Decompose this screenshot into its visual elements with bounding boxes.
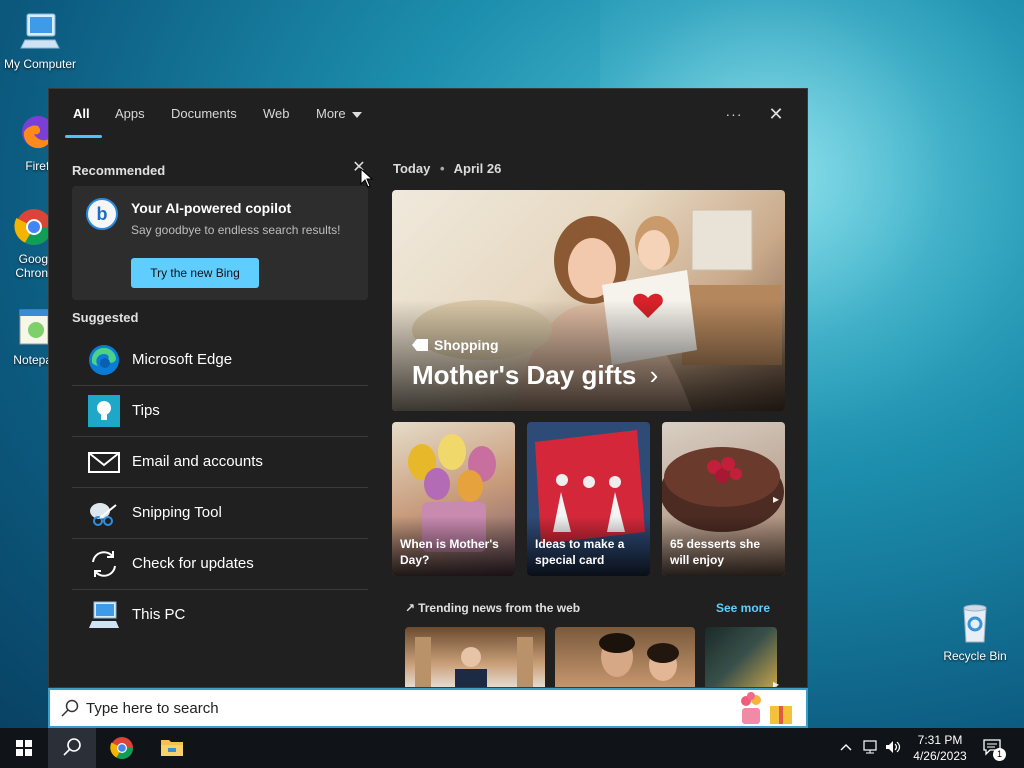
suggested-item-check-for-updates[interactable]: Check for updates	[72, 539, 368, 590]
suggested-item-microsoft-edge[interactable]: Microsoft Edge	[72, 335, 368, 386]
search-input[interactable]	[86, 696, 686, 720]
windows-logo-icon	[16, 740, 32, 756]
edge-icon	[89, 345, 119, 375]
tile-caption: 65 desserts she will enjoy	[670, 537, 761, 567]
sync-icon	[92, 551, 116, 577]
chrome-icon	[110, 737, 133, 759]
tile-desserts[interactable]: 65 desserts she will enjoy	[662, 422, 785, 576]
active-tab-indicator	[65, 135, 102, 138]
today-date: April 26	[453, 161, 502, 176]
search-icon	[61, 699, 79, 717]
taskbar-chrome-button[interactable]	[98, 728, 146, 768]
tiles-next-arrow-icon[interactable]: ▸	[773, 492, 785, 506]
news-image-1	[415, 637, 533, 687]
tab-all[interactable]: All	[73, 106, 90, 121]
tab-apps[interactable]: Apps	[115, 106, 145, 121]
hero-category: Shopping	[412, 337, 499, 353]
tile-when-is-mothers-day[interactable]: When is Mother's Day?	[392, 422, 515, 576]
trending-header: ↗ Trending news from the web	[405, 601, 580, 615]
chevron-right-icon: ›	[649, 360, 659, 390]
trending-icon: ↗	[405, 601, 416, 615]
hero-category-label: Shopping	[434, 337, 499, 353]
network-button[interactable]	[862, 739, 880, 768]
desktop-icon-recycle-bin[interactable]: Recycle Bin	[935, 602, 1015, 663]
notification-count-badge: 1	[993, 748, 1006, 761]
try-new-bing-button[interactable]: Try the new Bing	[131, 258, 259, 288]
this-pc-icon	[89, 601, 119, 628]
bing-logo-icon: b	[86, 198, 118, 230]
tile-caption: Ideas to make a special card	[535, 537, 625, 567]
hero-title: Mother's Day gifts ›	[412, 360, 658, 391]
suggested-item-this-pc[interactable]: This PC	[72, 590, 368, 641]
close-button[interactable]: ✕	[764, 103, 788, 127]
show-hidden-icons-button[interactable]	[838, 739, 854, 768]
notification-center-button[interactable]: 1	[982, 738, 1008, 768]
tab-more[interactable]: More	[316, 106, 362, 121]
suggested-list: Microsoft Edge Tips Email and accounts S…	[72, 335, 368, 641]
suggested-item-email-and-accounts[interactable]: Email and accounts	[72, 437, 368, 488]
hero-shade	[392, 300, 785, 411]
news-next-arrow-icon[interactable]: ▸	[773, 677, 785, 687]
desktop-icon-my-computer[interactable]: My Computer	[0, 10, 80, 71]
clock-date: 4/26/2023	[913, 749, 967, 763]
clock-time: 7:31 PM	[917, 733, 963, 747]
taskbar: 7:31 PM 4/26/2023 1	[0, 728, 1024, 768]
tab-web[interactable]: Web	[263, 106, 290, 121]
tile-caption: When is Mother's Day?	[400, 537, 499, 567]
search-panel: All Apps Documents Web More ··· ✕ Recomm…	[48, 88, 808, 688]
start-button[interactable]	[0, 728, 48, 768]
tile-ideas-to-make-a-card[interactable]: Ideas to make a special card	[527, 422, 650, 576]
snipping-tool-icon	[90, 503, 117, 526]
copilot-card: b Your AI-powered copilot Say goodbye to…	[72, 186, 368, 300]
search-tabs: All Apps Documents Web More ··· ✕	[49, 89, 807, 139]
tab-more-label: More	[316, 106, 346, 121]
search-highlight-icon	[741, 692, 792, 724]
mouse-cursor-icon	[360, 168, 374, 188]
see-more-link[interactable]: See more	[716, 601, 770, 615]
suggested-item-label: Email and accounts	[132, 453, 263, 470]
network-icon	[863, 740, 877, 754]
mothers-day-hero-card[interactable]: Shopping Mother's Day gifts ›	[392, 190, 785, 411]
tips-icon	[88, 395, 120, 427]
search-icon	[63, 738, 81, 756]
tab-documents[interactable]: Documents	[171, 106, 237, 121]
taskbar-file-explorer-button[interactable]	[148, 728, 196, 768]
suggested-item-tips[interactable]: Tips	[72, 386, 368, 437]
more-options-button[interactable]: ···	[722, 103, 746, 127]
today-label: Today	[393, 161, 431, 176]
desktop-icon-google-chrome[interactable]: Goog Chron	[0, 205, 53, 280]
desktop-icon-notepad[interactable]: Notepa	[0, 306, 52, 367]
recommended-title: Recommended	[72, 163, 166, 178]
today-separator: •	[439, 161, 445, 176]
suggested-item-label: Tips	[132, 402, 160, 419]
tag-icon	[412, 339, 428, 351]
mail-icon	[88, 452, 120, 473]
news-image-2	[599, 633, 679, 681]
chevron-up-icon	[840, 744, 852, 751]
taskbar-search-button[interactable]	[48, 728, 96, 768]
news-card-1[interactable]	[405, 627, 545, 687]
news-card-3[interactable]	[705, 627, 777, 687]
suggested-item-label: Check for updates	[132, 555, 254, 572]
chevron-down-icon	[351, 111, 362, 118]
volume-button[interactable]	[884, 739, 902, 768]
suggested-item-label: Snipping Tool	[132, 504, 222, 521]
taskbar-search-box[interactable]	[48, 688, 808, 728]
news-card-2[interactable]	[555, 627, 695, 687]
trending-title: Trending news from the web	[418, 601, 581, 615]
copilot-card-subtitle: Say goodbye to endless search results!	[131, 223, 341, 237]
today-header: Today • April 26	[393, 161, 501, 176]
folder-icon	[161, 740, 183, 756]
taskbar-clock[interactable]: 7:31 PM 4/26/2023	[906, 732, 974, 764]
my-computer-icon	[20, 13, 60, 49]
copilot-card-title: Your AI-powered copilot	[131, 200, 292, 216]
hero-title-text: Mother's Day gifts	[412, 360, 637, 390]
speaker-icon	[886, 741, 901, 753]
suggested-title: Suggested	[72, 310, 139, 325]
suggested-item-label: This PC	[132, 606, 186, 623]
suggested-item-snipping-tool[interactable]: Snipping Tool	[72, 488, 368, 539]
recycle-bin-icon	[963, 604, 987, 643]
suggested-item-label: Microsoft Edge	[132, 351, 233, 368]
